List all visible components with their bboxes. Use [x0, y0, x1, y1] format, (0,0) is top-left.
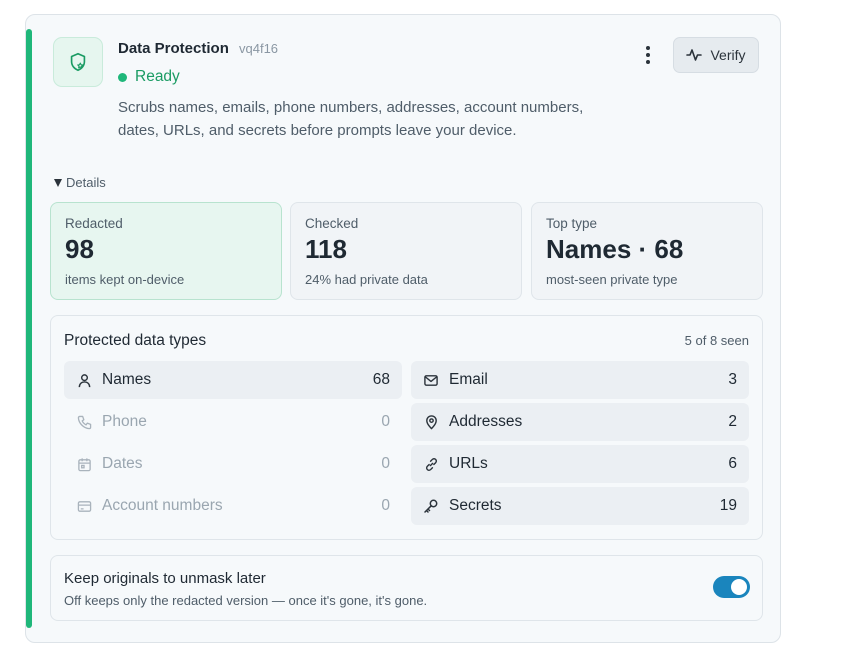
type-row-secrets: Secrets 19 [411, 487, 749, 525]
pin-icon [423, 414, 439, 430]
stat-sub: most-seen private type [546, 272, 678, 287]
triangle-down-icon [54, 178, 62, 187]
type-count: 0 [381, 455, 390, 472]
details-toggle[interactable]: Details [54, 175, 106, 190]
types-seen-count: 5 of 8 seen [684, 333, 749, 348]
type-row-phone: Phone 0 [64, 403, 402, 441]
status-dot-icon [118, 72, 127, 82]
status-indicator: Ready [118, 68, 180, 86]
card-id: vq4f16 [239, 41, 279, 56]
type-count: 0 [381, 413, 390, 430]
card-icon [76, 498, 92, 514]
stat-card-top-type: Top type Names · 68 most-seen private ty… [531, 202, 763, 300]
shield-icon [53, 37, 103, 87]
stat-card-checked: Checked 118 24% had private data [290, 202, 522, 300]
data-protection-card: Data Protection vq4f16 Ready Scrubs name… [25, 14, 781, 643]
type-label: Names [102, 371, 152, 388]
person-icon [76, 372, 92, 388]
phone-icon [76, 414, 92, 430]
type-count: 0 [381, 497, 390, 514]
type-label: URLs [449, 455, 488, 472]
stat-value: 118 [305, 234, 347, 264]
type-count: 68 [372, 371, 390, 388]
type-label: Secrets [449, 497, 502, 514]
type-count: 2 [728, 413, 737, 430]
details-label: Details [66, 175, 106, 190]
status-label: Ready [135, 68, 180, 85]
type-row-addresses: Addresses 2 [411, 403, 749, 441]
kebab-dot-icon [646, 60, 650, 64]
status-accent-bar [26, 29, 32, 628]
stat-label: Checked [305, 216, 359, 231]
stat-label: Top type [546, 216, 598, 231]
type-count: 19 [719, 497, 737, 514]
type-label: Email [449, 371, 488, 388]
types-title: Protected data types [64, 332, 207, 349]
stat-value: Names · 68 [546, 234, 684, 264]
stat-card-redacted: Redacted 98 items kept on-device [50, 202, 282, 300]
verify-button[interactable]: Verify [673, 37, 759, 73]
stat-label: Redacted [65, 216, 123, 231]
type-row-urls: URLs 6 [411, 445, 749, 483]
type-row-account-numbers: Account numbers 0 [64, 487, 402, 525]
stat-sub: items kept on-device [65, 272, 185, 287]
verify-label: Verify [710, 47, 746, 63]
protected-types-panel: Protected data types 5 of 8 seen Names 6… [50, 315, 763, 540]
keep-originals-description: Off keeps only the redacted version — on… [64, 593, 428, 608]
type-row-names: Names 68 [64, 361, 402, 399]
key-icon [423, 498, 439, 514]
more-options-button[interactable] [636, 43, 660, 67]
type-row-email: Email 3 [411, 361, 749, 399]
type-count: 3 [728, 371, 737, 388]
type-row-dates: Dates 0 [64, 445, 402, 483]
mail-icon [423, 372, 439, 388]
keep-originals-panel: Keep originals to unmask later Off keeps… [50, 555, 763, 621]
type-count: 6 [728, 455, 737, 472]
calendar-icon [76, 456, 92, 472]
pulse-icon [686, 49, 703, 61]
type-label: Addresses [449, 413, 523, 430]
toggle-knob [731, 579, 747, 595]
kebab-dot-icon [646, 53, 650, 57]
kebab-dot-icon [646, 46, 650, 50]
stat-value: 98 [65, 234, 94, 264]
link-icon [423, 456, 439, 472]
type-label: Dates [102, 455, 143, 472]
card-title: Data Protection [118, 40, 229, 57]
stat-sub: 24% had private data [305, 272, 428, 287]
keep-originals-toggle[interactable] [713, 576, 750, 598]
type-label: Account numbers [102, 497, 223, 514]
card-description: Scrubs names, emails, phone numbers, add… [118, 99, 584, 139]
keep-originals-title: Keep originals to unmask later [64, 570, 266, 587]
type-label: Phone [102, 413, 147, 430]
